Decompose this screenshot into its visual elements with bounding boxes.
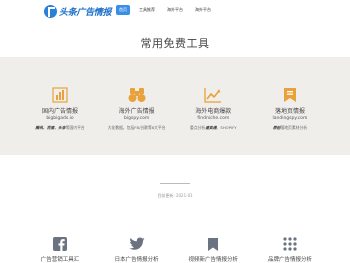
bottom-tools: 广告营销工具汇 日本广告情报分析 视频新广告情报分析 品牌广告情报分析 (22, 236, 328, 263)
tool-video[interactable]: 视频新广告情报分析 (175, 236, 251, 263)
card-name: 海外广告情报 (118, 108, 155, 115)
nav-item-overseas[interactable]: 海外平台 (164, 5, 186, 15)
card-desc: 重点分析速卖通、SHOPIFY (190, 125, 237, 130)
tool-brand[interactable]: 品牌广告情报分析 (252, 236, 328, 263)
facebook-icon (22, 236, 98, 252)
tool-label: 视频新广告情报分析 (188, 257, 239, 263)
dots-grid-icon (252, 236, 328, 252)
nav-item-tools[interactable]: 工具推荐 (136, 5, 158, 15)
nav-item-overseas-2[interactable]: 海外平台 (192, 5, 214, 15)
binoculars-icon (99, 86, 175, 104)
bookmark-page-icon (252, 86, 328, 104)
twitter-icon (99, 236, 175, 252)
top-nav: 首页 工具推荐 海外平台 海外平台 (116, 3, 214, 17)
card-domain[interactable]: bigspy.com (99, 116, 175, 121)
card-overseas-ecommerce[interactable]: 海外电商爆款 findniche.com 重点分析速卖通、SHOPIFY (175, 86, 251, 131)
page-title: 常用免费工具 (140, 37, 210, 50)
nav-item-home[interactable]: 首页 (116, 5, 130, 15)
card-desc: 大化数据，包括FB/谷歌等8大平台 (107, 125, 166, 130)
tool-japan[interactable]: 日本广告情报分析 (99, 236, 175, 263)
card-domestic-ads[interactable]: 国内广告情报 bigbigads.io 腾讯、百度、头条等国内平台 (22, 86, 98, 131)
card-desc: 原创落地页素材分析 (272, 125, 308, 130)
tool-cards: 国内广告情报 bigbigads.io 腾讯、百度、头条等国内平台 海外广告情报… (22, 86, 328, 131)
card-name: 国内广告情报 (41, 108, 78, 115)
card-domain[interactable]: findniche.com (175, 116, 251, 121)
updated-date: 目前更新: 2021-01 (157, 193, 193, 198)
card-overseas-ads[interactable]: 海外广告情报 bigspy.com 大化数据，包括FB/谷歌等8大平台 (99, 86, 175, 131)
card-name: 落地页情报 (274, 108, 305, 115)
tool-label: 广告营销工具汇 (40, 257, 80, 263)
divider (160, 183, 190, 184)
card-domain[interactable]: landingspy.com (252, 116, 328, 121)
tool-label: 日本广告情报分析 (114, 257, 159, 263)
logo-text: 头条广告情报 (59, 7, 112, 18)
header: 头条广告情报 首页 工具推荐 海外平台 海外平台 (0, 0, 350, 21)
card-name: 海外电商爆款 (195, 108, 232, 115)
bar-chart-icon (22, 86, 98, 104)
card-desc: 腾讯、百度、头条等国内平台 (35, 125, 85, 130)
tool-marketing[interactable]: 广告营销工具汇 (22, 236, 98, 263)
bookmark-icon (175, 236, 251, 252)
card-landing-pages[interactable]: 落地页情报 landingspy.com 原创落地页素材分析 (252, 86, 328, 131)
card-domain[interactable]: bigbigads.io (22, 116, 98, 121)
logo-mark-icon (44, 4, 57, 18)
trend-chart-icon (175, 86, 251, 104)
logo[interactable]: 头条广告情报 (44, 4, 112, 18)
tool-label: 品牌广告情报分析 (267, 257, 312, 263)
